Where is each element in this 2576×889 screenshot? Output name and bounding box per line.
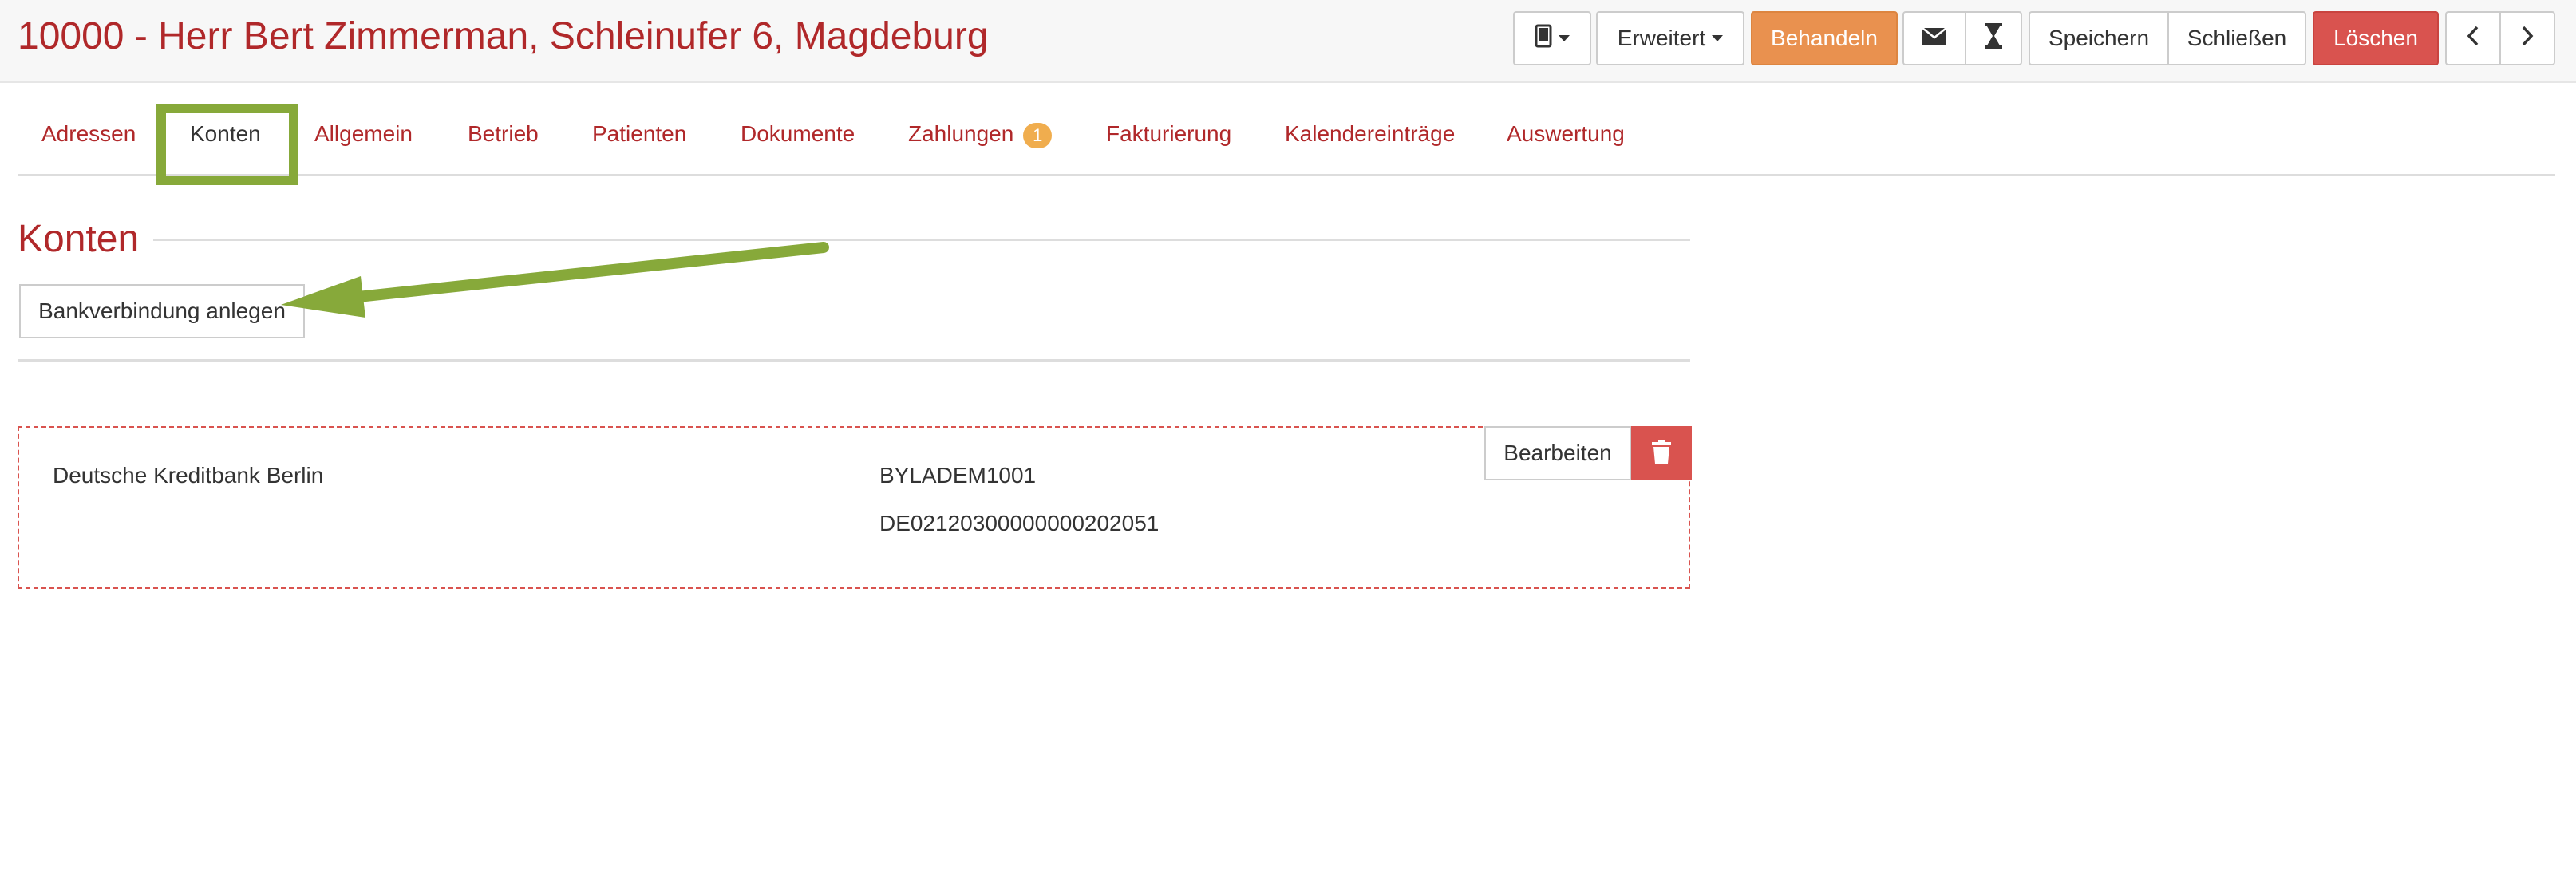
bic-value: BYLADEM1001 [879, 463, 1037, 488]
device-menu-button[interactable] [1513, 11, 1591, 65]
tab-dokumente[interactable]: Dokumente [741, 118, 855, 150]
erweitert-dropdown-button[interactable]: Erweitert [1596, 11, 1744, 65]
loeschen-button[interactable]: Löschen [2313, 11, 2439, 65]
tablet-icon [1535, 24, 1552, 53]
bank-name: Deutsche Kreditbank Berlin [53, 463, 324, 488]
schliessen-button[interactable]: Schließen [2167, 11, 2306, 65]
edit-button[interactable]: Bearbeiten [1484, 426, 1631, 480]
previous-button[interactable] [2445, 11, 2501, 65]
chevron-left-icon [2467, 26, 2479, 52]
tab-bar: Adressen Konten Allgemein Betrieb Patien… [18, 104, 2555, 176]
tab-zahlungen-label: Zahlungen [908, 121, 1014, 146]
tab-betrieb[interactable]: Betrieb [468, 118, 539, 150]
envelope-icon [1922, 26, 1947, 51]
add-bank-account-button[interactable]: Bankverbindung anlegen [19, 284, 305, 338]
tab-patienten[interactable]: Patienten [592, 118, 686, 150]
tab-zahlungen[interactable]: Zahlungen 1 [908, 118, 1053, 150]
divider [18, 359, 1690, 362]
page-title: 10000 - Herr Bert Zimmerman, Schleinufer… [18, 15, 989, 57]
bank-account-card: Deutsche Kreditbank Berlin BYLADEM1001 D… [18, 426, 1692, 589]
email-button[interactable] [1902, 11, 1966, 65]
chevron-right-icon [2521, 26, 2534, 52]
iban-value: DE02120300000000202051 [879, 511, 1160, 535]
section-title: Konten [18, 218, 140, 260]
page-header: 10000 - Herr Bert Zimmerman, Schleinufer… [0, 0, 2576, 83]
speichern-button[interactable]: Speichern [2029, 11, 2169, 65]
count-badge: 1 [1023, 122, 1053, 148]
behandeln-button[interactable]: Behandeln [1751, 11, 1898, 65]
section-divider [153, 239, 1690, 241]
trash-icon [1652, 439, 1671, 468]
delete-button[interactable] [1631, 426, 1692, 480]
annotation-highlight-box [156, 104, 298, 185]
tab-auswertung[interactable]: Auswertung [1507, 118, 1625, 150]
tab-allgemein[interactable]: Allgemein [314, 118, 413, 150]
tab-fakturierung[interactable]: Fakturierung [1106, 118, 1231, 150]
timer-button[interactable] [1965, 11, 2022, 65]
chevron-down-icon [1712, 35, 1724, 41]
tab-kalendereintraege[interactable]: Kalendereinträge [1285, 118, 1455, 150]
hourglass-icon [1985, 22, 2002, 54]
tab-adressen[interactable]: Adressen [41, 118, 136, 150]
next-button[interactable] [2499, 11, 2555, 65]
chevron-down-icon [1559, 35, 1570, 41]
